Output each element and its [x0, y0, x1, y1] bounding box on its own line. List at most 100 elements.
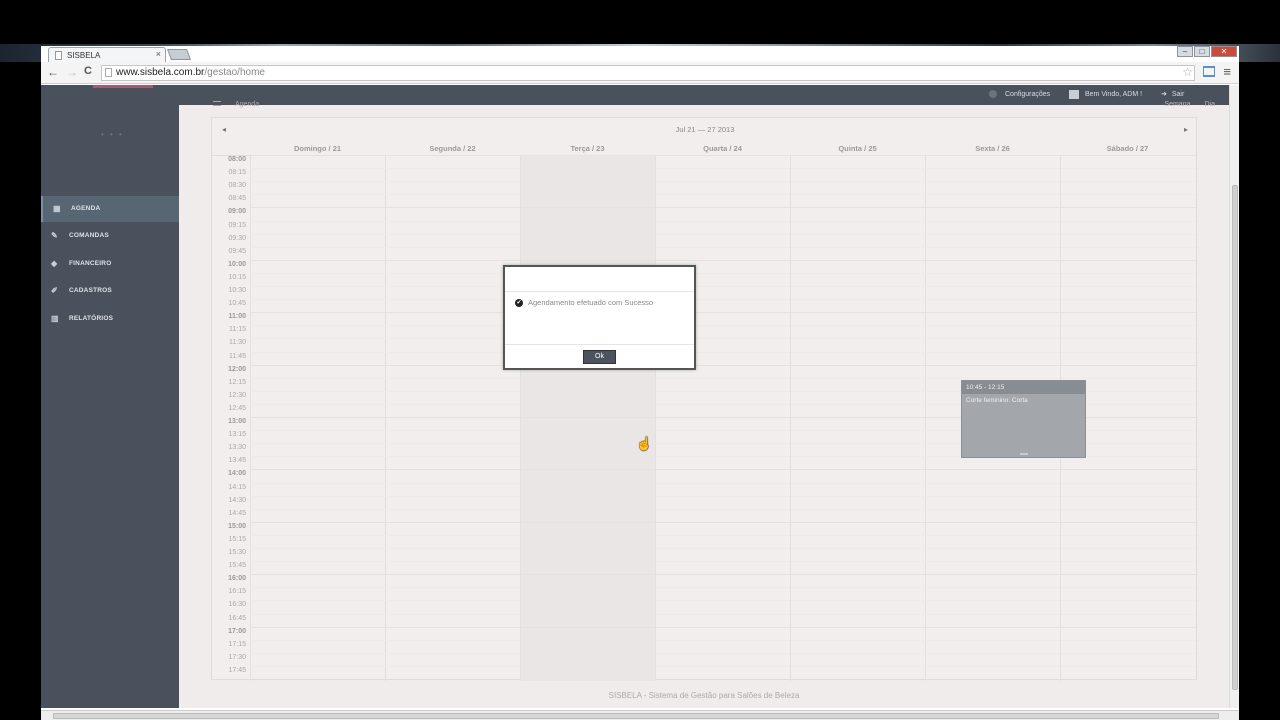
sidebar-item-relatorios[interactable]: ▥ RELATÓRIOS — [41, 306, 179, 332]
time-label: 13:15 — [228, 431, 246, 439]
grid-line — [250, 259, 1198, 261]
grid-line — [250, 351, 1198, 353]
browser-toolbar: ← → C www.sisbela.com.br/gestao/home ☆ ≡ — [41, 62, 1239, 84]
ok-button[interactable]: Ok — [583, 350, 616, 364]
time-label: 11:30 — [229, 339, 246, 347]
time-label: 09:15 — [228, 221, 246, 229]
footer-text: SISBELA - Sistema de Gestão para Salões … — [608, 691, 800, 700]
grid-line — [250, 364, 1198, 366]
grid-line — [250, 338, 1198, 340]
grid-line — [250, 652, 1198, 654]
sidebar-item-financeiro[interactable]: ◆ FINANCEIRO — [41, 251, 179, 277]
time-label: 12:15 — [228, 378, 246, 386]
day-column[interactable] — [250, 156, 385, 681]
time-label: 17:15 — [228, 640, 246, 648]
event-title: Corte feminino: Corta — [966, 397, 1028, 404]
day-column[interactable] — [520, 156, 655, 681]
day-header: Terça / 23 — [570, 144, 605, 153]
check-circle-icon: ✔ — [515, 299, 523, 308]
time-label: 15:00 — [228, 522, 246, 530]
success-dialog: ✔ Agendamento efetuado com Sucesso Ok — [503, 265, 696, 370]
time-label: 11:45 — [229, 352, 246, 360]
forward-button[interactable]: → — [66, 65, 78, 79]
maximize-button[interactable]: □ — [1194, 46, 1210, 57]
tab-sisbela[interactable]: SISBELA × — [48, 47, 166, 62]
time-label: 16:00 — [228, 575, 246, 583]
time-label: 13:45 — [228, 457, 246, 465]
time-label: 09:00 — [228, 208, 246, 216]
day-column[interactable] — [790, 156, 925, 681]
agenda-title: Agenda — [235, 101, 260, 108]
next-week-icon[interactable]: ▸ — [1184, 118, 1188, 142]
day-column[interactable] — [655, 156, 790, 681]
time-label: 12:30 — [228, 391, 246, 399]
dialog-message: ✔ Agendamento efetuado com Sucesso — [515, 298, 654, 308]
dialog-message-text: Agendamento efetuado com Sucesso — [528, 298, 654, 307]
horizontal-scrollbar[interactable] — [41, 710, 1239, 720]
sidebar-item-cadastros[interactable]: ✐ CADASTROS — [41, 278, 179, 304]
day-column[interactable] — [385, 156, 520, 681]
grid-line — [250, 587, 1198, 589]
time-label: 12:45 — [228, 404, 246, 412]
day-header: Sábado / 27 — [1106, 144, 1149, 153]
url-domain: www.sisbela.com.br — [116, 67, 205, 78]
tab-day[interactable]: Dia — [1204, 101, 1215, 108]
grid-line — [250, 194, 1198, 196]
browser-menu-icon[interactable]: ≡ — [1223, 64, 1231, 79]
calendar-icon: ▦ — [53, 204, 61, 213]
event-time: 10:45 - 12:15 — [962, 381, 1085, 394]
week-range: Jul 21 — 27 2013 — [675, 125, 735, 134]
grid-line — [250, 286, 1198, 287]
logout-icon: ➜ — [1161, 91, 1167, 98]
minimize-button[interactable]: – — [1177, 46, 1193, 57]
bar-chart-icon: ▥ — [51, 314, 59, 323]
view-tabs: Semana Dia — [1164, 101, 1215, 108]
grid-line — [250, 639, 1198, 641]
time-label: 13:30 — [228, 444, 246, 452]
new-tab-button[interactable] — [166, 49, 192, 60]
pencil-icon: ✐ — [51, 286, 58, 295]
time-label: 09:45 — [228, 247, 246, 255]
grid-line — [250, 220, 1198, 222]
day-header: Quarta / 24 — [703, 144, 742, 153]
prev-week-icon[interactable]: ◂ — [222, 118, 226, 142]
close-window-button[interactable]: ✕ — [1211, 46, 1237, 57]
back-button[interactable]: ← — [47, 65, 59, 79]
scrollbar-thumb[interactable] — [1232, 185, 1238, 690]
grid-line — [250, 600, 1198, 602]
settings-link[interactable]: Configurações — [989, 85, 1050, 105]
welcome-label: Bem Vindo, ADM ! — [1085, 91, 1143, 98]
grid-line — [250, 482, 1198, 484]
top-bar: Configurações Bem Vindo, ADM ! ➜ Sair — [179, 85, 1229, 105]
tab-close-icon[interactable]: × — [156, 49, 161, 59]
address-bar[interactable]: www.sisbela.com.br/gestao/home — [101, 65, 1195, 81]
appointment-event[interactable]: 10:45 - 12:15 Corte feminino: Corta — [961, 380, 1086, 458]
time-label: 10:15 — [228, 273, 246, 281]
time-label: 08:00 — [228, 156, 246, 163]
dialog-footer: Ok — [505, 344, 694, 368]
time-label: 16:30 — [228, 601, 246, 609]
url-path: /gestao/home — [204, 67, 265, 78]
sidebar-item-comandas[interactable]: ✎ COMANDAS — [41, 223, 179, 249]
tab-week[interactable]: Semana — [1164, 101, 1190, 108]
sidebar-item-agenda[interactable]: ▦ AGENDA — [41, 196, 179, 222]
extension-icon[interactable] — [1203, 66, 1215, 77]
menu-icon[interactable] — [213, 101, 221, 106]
day-header: Domingo / 21 — [293, 144, 342, 153]
app-page: • • • ▦ AGENDA ✎ COMANDAS ◆ FINANCEIRO ✐… — [41, 85, 1239, 708]
settings-label: Configurações — [1005, 91, 1051, 98]
time-label: 09:30 — [228, 234, 246, 242]
resize-handle[interactable] — [1020, 453, 1028, 455]
user-welcome[interactable]: Bem Vindo, ADM ! — [1069, 85, 1142, 105]
grid-line — [250, 548, 1198, 549]
time-label: 17:00 — [228, 627, 246, 635]
reload-button[interactable]: C — [84, 65, 92, 77]
grid-line — [250, 626, 1198, 628]
grid-line — [250, 665, 1198, 667]
page-scrollbar[interactable] — [1229, 85, 1239, 708]
bookmark-star-icon[interactable]: ☆ — [1182, 65, 1193, 79]
window-controls: – □ ✕ — [1176, 46, 1237, 58]
grid-line — [250, 272, 1198, 274]
hscroll-thumb[interactable] — [53, 713, 1219, 719]
time-label: 13:00 — [228, 418, 246, 425]
